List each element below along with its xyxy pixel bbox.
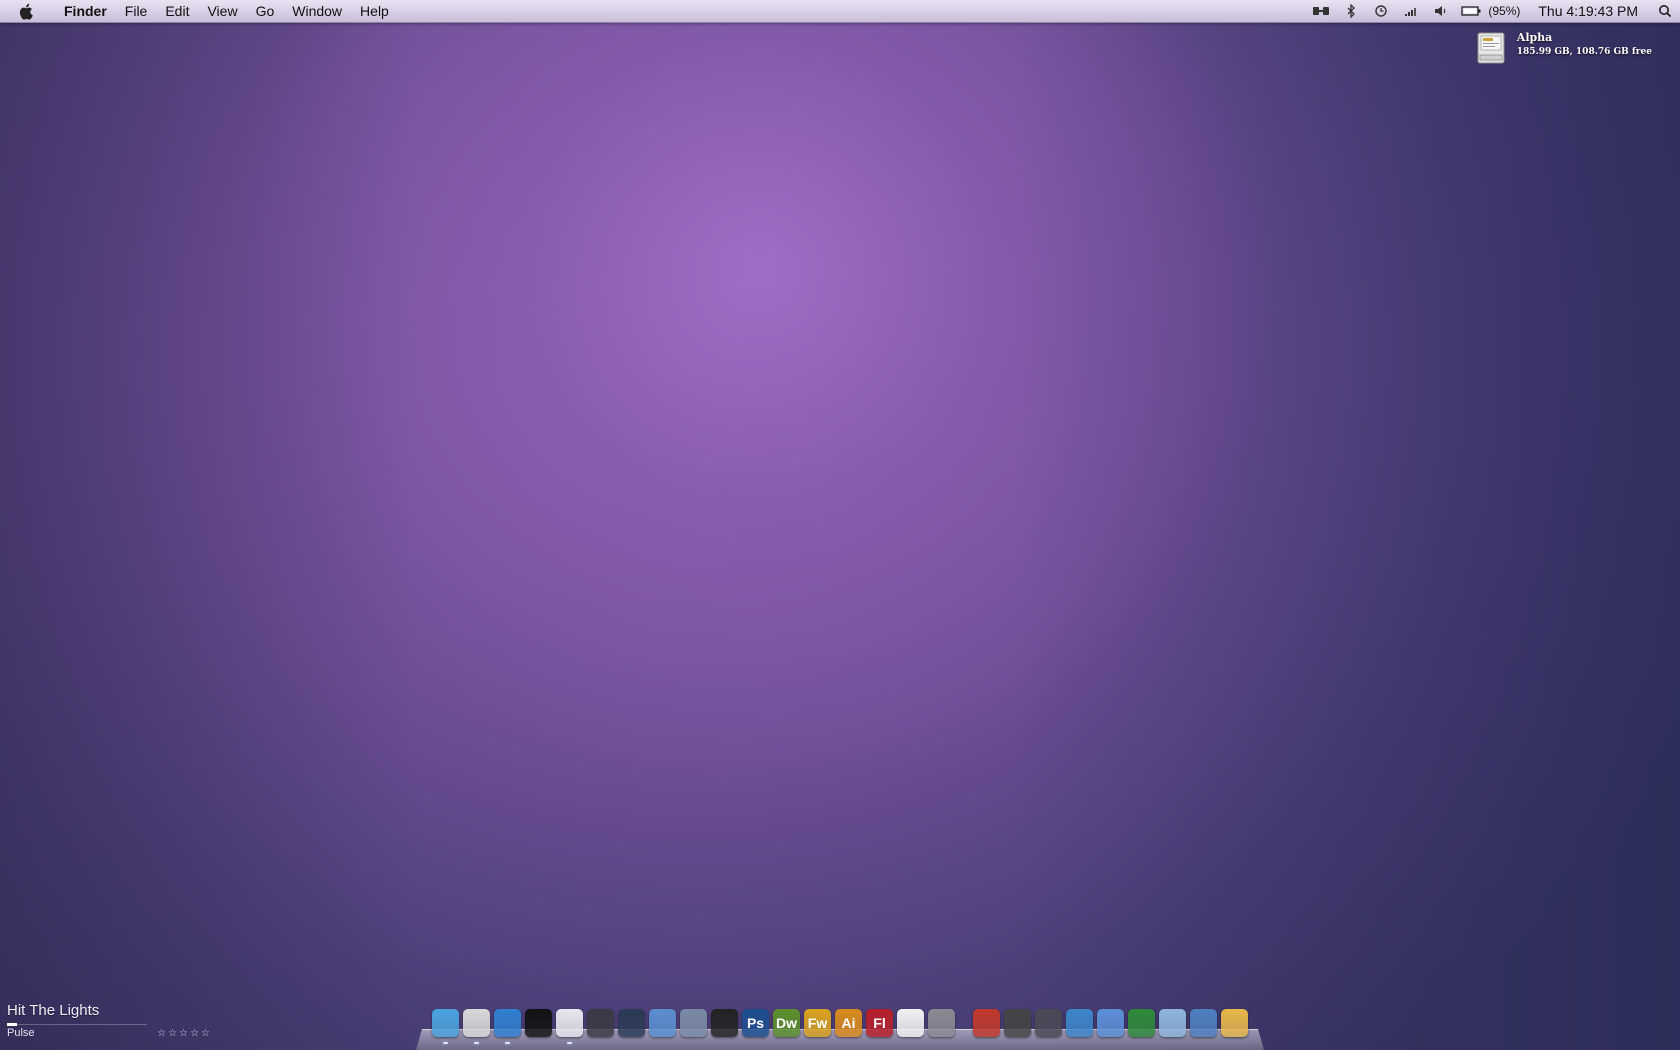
desktop-wallpaper [0,0,1680,1050]
camera-icon[interactable] [587,1009,614,1037]
downloads-folder-icon[interactable] [1159,1009,1186,1037]
now-playing-widget: Hit The Lights Pulse ☆☆☆☆☆ [7,1002,212,1039]
volume-icon[interactable] [1426,0,1456,22]
track-artist: Pulse [7,1027,35,1039]
menu-help[interactable]: Help [351,0,398,22]
fireworks-label: Fw [807,1015,828,1031]
hard-drive-icon[interactable] [1475,31,1509,65]
photoshop-icon[interactable]: Ps [742,1009,769,1037]
menu-edit[interactable]: Edit [156,0,198,22]
desktop-drive-alpha[interactable]: Alpha 185.99 GB, 108.76 GB free [1475,31,1652,65]
finder-icon[interactable] [432,1009,459,1044]
image-capture-icon[interactable] [1035,1009,1062,1037]
system-preferences-icon[interactable] [928,1009,955,1037]
dreamweaver-label: Dw [776,1015,797,1031]
menu-view[interactable]: View [198,0,246,22]
menu-clock[interactable]: Thu 4:19:43 PM [1526,3,1650,19]
applications-folder-icon[interactable] [1097,1009,1124,1037]
menu-window[interactable]: Window [283,0,351,22]
track-progress-bar[interactable] [7,1023,147,1026]
trash-icon[interactable] [1221,1009,1248,1037]
notebook-icon[interactable] [711,1009,738,1037]
menu-go[interactable]: Go [247,0,284,22]
app-menu-finder[interactable]: Finder [54,0,116,22]
pen-tablet-icon[interactable] [680,1009,707,1037]
dock: Ps Dw Fw Ai Fl [416,1006,1264,1050]
mail-icon[interactable] [463,1009,490,1044]
documents-icon[interactable] [1190,1009,1217,1037]
money-icon[interactable] [1128,1009,1155,1037]
flash-label: Fl [873,1015,886,1031]
fireworks-icon[interactable]: Fw [804,1009,831,1037]
illustrator-label: Ai [841,1015,856,1031]
time-machine-icon[interactable] [1366,0,1396,22]
bluetooth-icon[interactable] [1336,0,1366,22]
xcode-icon[interactable] [1004,1009,1031,1037]
flash-icon[interactable]: Fl [866,1009,893,1037]
illustrator-icon[interactable]: Ai [835,1009,862,1037]
chart-app-icon[interactable] [649,1009,676,1037]
lens-icon[interactable] [618,1009,645,1037]
photoshop-label: Ps [746,1015,765,1031]
display-mirroring-icon[interactable] [1306,0,1336,22]
drive-capacity: 185.99 GB, 108.76 GB free [1516,47,1652,57]
headphones-icon[interactable] [556,1009,583,1044]
track-title: Hit The Lights [7,1002,100,1019]
tuxedo-icon[interactable] [525,1009,552,1037]
apple-menu-icon[interactable] [18,2,36,20]
wifi-icon[interactable] [1396,0,1426,22]
battery-icon[interactable] [1456,0,1486,22]
acrobat-icon[interactable] [897,1009,924,1037]
utilities-icon[interactable] [1066,1009,1093,1037]
apple-logo-icon[interactable] [973,1009,1000,1037]
dock-icons: Ps Dw Fw Ai Fl [432,1009,1252,1044]
spotlight-search-icon[interactable] [1650,0,1680,22]
track-rating-stars[interactable]: ☆☆☆☆☆ [157,1028,212,1039]
battery-percentage[interactable]: (95%) [1486,4,1526,18]
drive-name: Alpha [1516,31,1553,44]
dreamweaver-icon[interactable]: Dw [773,1009,800,1037]
track-progress-fill [7,1023,17,1026]
menu-file[interactable]: File [116,0,157,22]
menu-bar: Finder File Edit View Go Window Help (95… [0,0,1680,23]
safari-icon[interactable] [494,1009,521,1044]
